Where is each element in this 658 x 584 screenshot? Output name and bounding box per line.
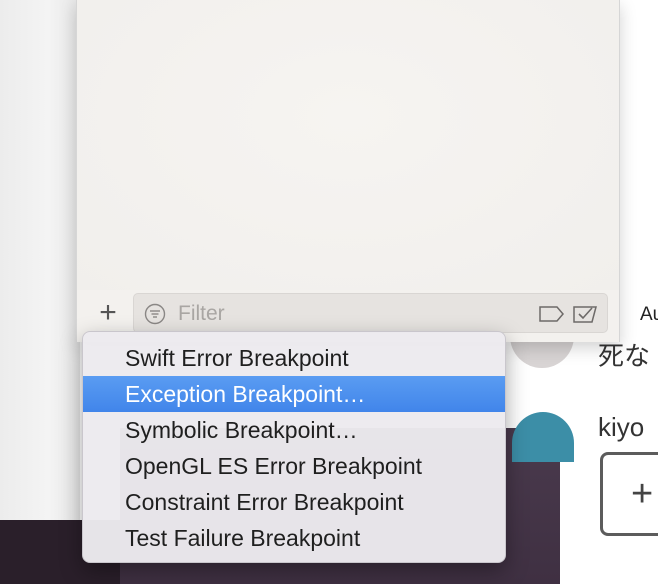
checkbox-icon[interactable]: [572, 303, 600, 325]
background-add-button[interactable]: +: [600, 452, 658, 536]
breakpoint-navigator-panel: +: [76, 0, 620, 342]
menu-item-opengl-es-error-breakpoint[interactable]: OpenGL ES Error Breakpoint: [83, 448, 505, 484]
filter-icon[interactable]: [144, 303, 166, 325]
filter-input[interactable]: [176, 301, 520, 327]
menu-item-symbolic-breakpoint[interactable]: Symbolic Breakpoint…: [83, 412, 505, 448]
background-left: [0, 0, 80, 520]
plus-icon: +: [631, 473, 654, 515]
add-breakpoint-button[interactable]: +: [93, 298, 123, 328]
menu-item-constraint-error-breakpoint[interactable]: Constraint Error Breakpoint: [83, 484, 505, 520]
breakpoint-list-area[interactable]: [77, 0, 619, 290]
background-app-label: Au: [640, 304, 658, 325]
tag-icon[interactable]: [538, 304, 566, 324]
menu-item-test-failure-breakpoint[interactable]: Test Failure Breakpoint: [83, 520, 505, 556]
add-breakpoint-menu: Swift Error Breakpoint Exception Breakpo…: [82, 331, 506, 563]
avatar: [512, 412, 574, 462]
menu-item-exception-breakpoint[interactable]: Exception Breakpoint…: [83, 376, 505, 412]
background-app-row-text: kiyo: [598, 412, 645, 442]
menu-item-swift-error-breakpoint[interactable]: Swift Error Breakpoint: [83, 340, 505, 376]
filter-field[interactable]: [133, 293, 608, 333]
